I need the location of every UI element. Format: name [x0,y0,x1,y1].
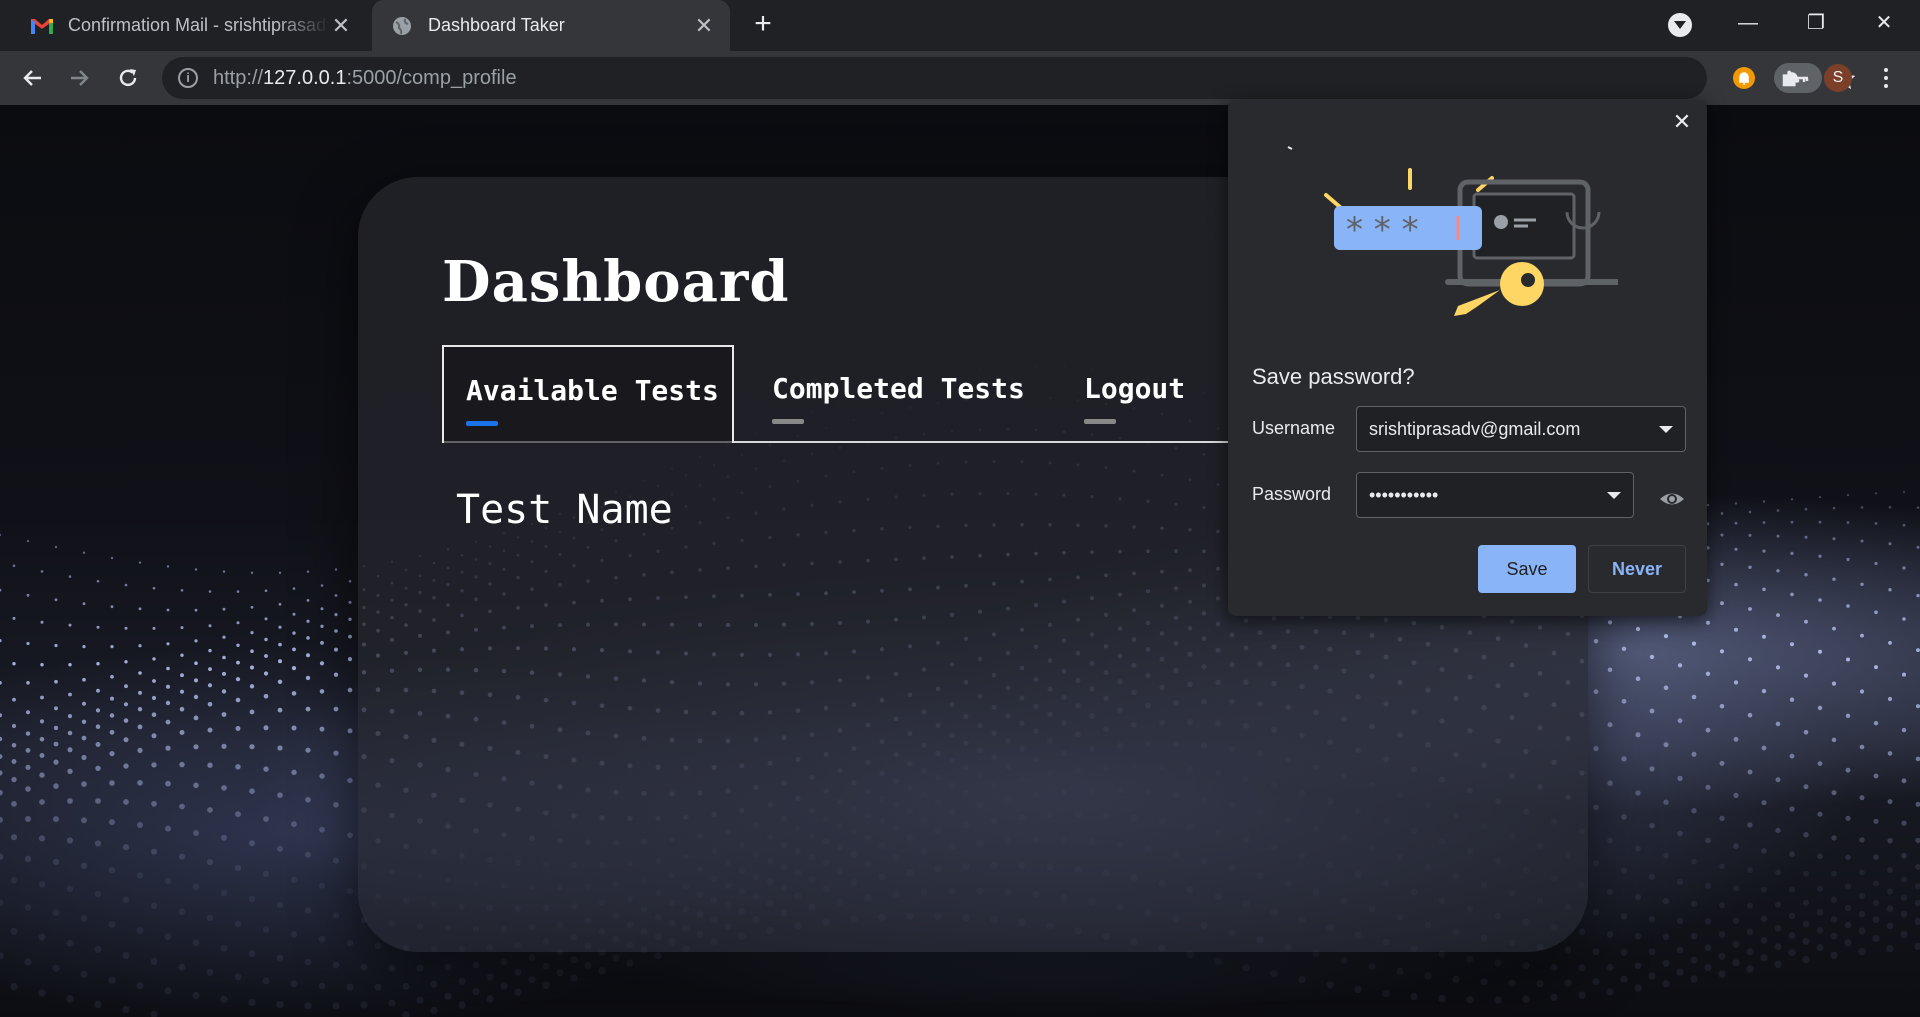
tab-underline [466,421,498,426]
close-window-icon[interactable]: ✕ [1864,8,1904,38]
close-tab-icon[interactable]: ✕ [692,13,716,38]
tab-label: Completed Tests [772,372,1025,405]
tab-label: Logout [1084,372,1186,405]
tab-logout[interactable]: Logout [1062,345,1202,443]
password-illustration: * * * [1287,146,1618,316]
username-select[interactable]: srishtiprasadv@gmail.com [1356,406,1686,452]
tab-underline [772,419,804,424]
close-dialog-icon[interactable]: ✕ [1670,110,1694,134]
close-tab-icon[interactable]: ✕ [329,13,353,38]
browser-toolbar: i http://127.0.0.1:5000/comp_profile S [0,51,1920,105]
tab-title: Confirmation Mail - srishtiprasadv@gmail… [68,15,329,35]
back-icon[interactable] [16,62,48,94]
page-title: Dashboard [442,249,790,315]
dropdown-caret-icon [1607,492,1621,499]
url-text: http://127.0.0.1:5000/comp_profile [213,67,517,89]
globe-icon [390,14,414,38]
reload-icon[interactable] [112,62,144,94]
site-info-icon[interactable]: i [178,68,198,88]
extensions-puzzle-icon[interactable] [1777,64,1805,92]
password-value: ••••••••••• [1369,485,1439,505]
new-tab-icon[interactable]: + [748,9,778,40]
tab-completed-tests[interactable]: Completed Tests [750,345,1050,443]
restore-icon[interactable]: ❐ [1796,8,1836,38]
tab-underline [1084,419,1116,424]
dialog-heading: Save password? [1252,364,1415,389]
forward-icon[interactable] [64,62,96,94]
tab-gmail[interactable]: Confirmation Mail - srishtiprasadv@gmail… [12,0,367,51]
svg-text:* * *: * * * [1346,210,1419,250]
password-label: Password [1252,484,1332,504]
tab-search-icon[interactable] [1668,13,1692,37]
test-name-header: Test Name [456,487,673,533]
chrome-menu-icon[interactable] [1872,64,1900,92]
save-button[interactable]: Save [1478,545,1576,593]
show-password-eye-icon[interactable] [1658,485,1686,513]
tab-available-tests[interactable]: Available Tests [442,345,734,443]
username-value: srishtiprasadv@gmail.com [1369,419,1581,439]
address-bar[interactable]: i http://127.0.0.1:5000/comp_profile [162,57,1855,99]
minimize-icon[interactable]: — [1728,8,1768,38]
dropdown-caret-icon [1659,426,1673,433]
never-button[interactable]: Never [1588,545,1686,593]
tab-label: Available Tests [466,374,719,407]
save-password-dialog: ✕ * * * Save password? Username srishtip… [1228,100,1707,616]
tab-dashboard-taker[interactable]: Dashboard Taker ✕ [372,0,730,51]
profile-avatar[interactable]: S [1824,64,1852,92]
gmail-icon [30,14,54,38]
password-select[interactable]: ••••••••••• [1356,472,1634,518]
extension-bell-icon[interactable] [1730,64,1758,92]
tab-title: Dashboard Taker [428,15,565,35]
username-label: Username [1252,418,1336,438]
tab-strip: Confirmation Mail - srishtiprasadv@gmail… [0,0,1920,51]
